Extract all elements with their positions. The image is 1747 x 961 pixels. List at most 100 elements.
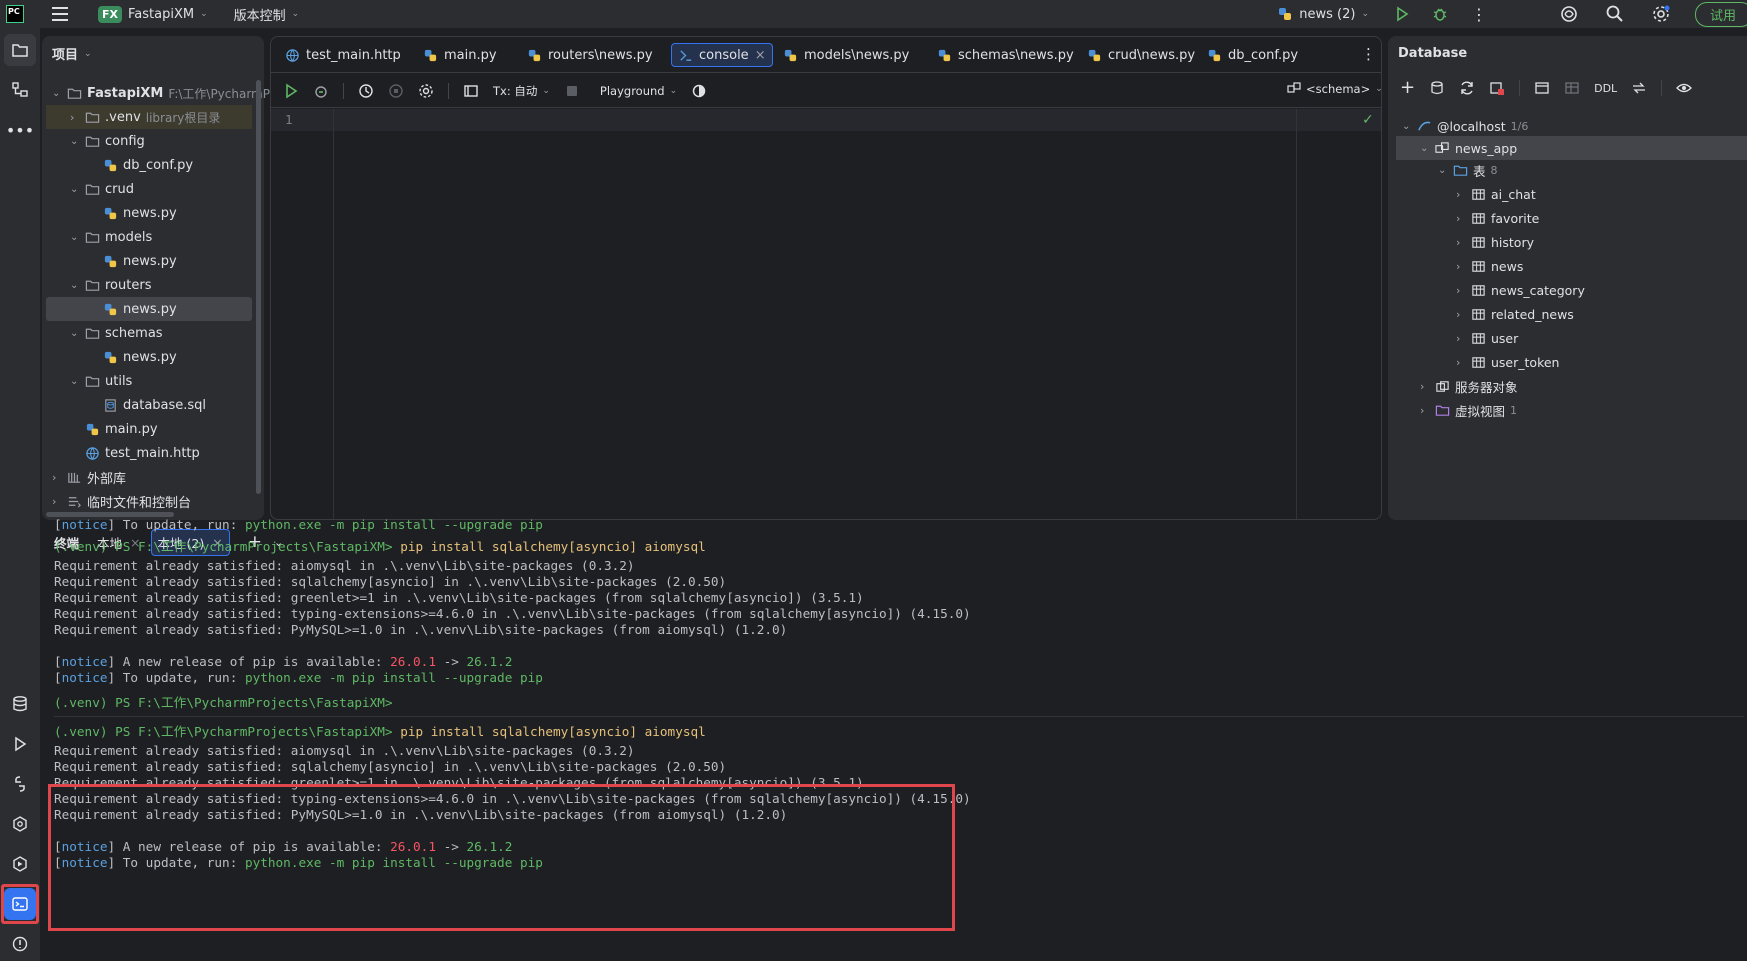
search-icon[interactable]: [1605, 4, 1625, 24]
chevron-right-icon[interactable]: ›: [52, 471, 62, 484]
disconnect-icon[interactable]: [1489, 80, 1505, 96]
chevron-down-icon[interactable]: ⌄: [1420, 143, 1430, 154]
tree-item-news-py[interactable]: news.py: [46, 297, 252, 321]
tree-item-utils[interactable]: ⌄ utils: [70, 369, 132, 393]
main-menu-icon[interactable]: [52, 4, 74, 24]
chevron-down-icon[interactable]: ⌄: [70, 184, 80, 195]
debug-icon[interactable]: [1431, 5, 1449, 23]
more-actions-icon[interactable]: ⋮: [1471, 5, 1487, 24]
chevron-down-icon[interactable]: ⌄: [70, 328, 80, 339]
add-icon[interactable]: +: [1400, 79, 1415, 97]
tree-vertical-scrollbar[interactable]: [256, 80, 261, 494]
chevron-right-icon[interactable]: ›: [1456, 260, 1466, 273]
table-editor-icon[interactable]: [1564, 80, 1580, 96]
execute-icon[interactable]: [283, 83, 299, 99]
python-packages-tool-button[interactable]: [4, 768, 36, 800]
tree-item-news-py[interactable]: news.py: [88, 201, 177, 225]
editor-tab-db-conf-py[interactable]: db_conf.py: [1207, 37, 1298, 73]
history-clock-icon[interactable]: [358, 83, 374, 99]
editor-tab-console[interactable]: console ×: [671, 43, 773, 67]
services-tool-button[interactable]: [4, 808, 36, 840]
editor-tab-models-news-py[interactable]: models\news.py: [783, 37, 909, 73]
problems-tool-button[interactable]: [4, 928, 36, 960]
project-panel-header[interactable]: 项目 ⌄: [52, 44, 92, 63]
db-tables-folder[interactable]: ⌄ 表 8: [1438, 158, 1498, 182]
chevron-right-icon[interactable]: ›: [1420, 380, 1430, 393]
editor-tab-schemas-news-py[interactable]: schemas\news.py: [937, 37, 1074, 73]
tree-item--[interactable]: › 临时文件和控制台: [52, 489, 191, 513]
chevron-right-icon[interactable]: ›: [1456, 356, 1466, 369]
close-icon[interactable]: ×: [755, 48, 766, 63]
schema-selector[interactable]: <schema> ⌄: [1287, 82, 1383, 96]
chevron-down-icon[interactable]: ⌄: [70, 232, 80, 243]
editor-tab-routers-news-py[interactable]: routers\news.py: [527, 37, 653, 73]
chevron-down-icon[interactable]: ⌄: [52, 88, 62, 99]
datasource-properties-icon[interactable]: [1429, 80, 1445, 96]
tree-item-database-sql[interactable]: database.sql: [88, 393, 206, 417]
code-area[interactable]: [335, 109, 1335, 519]
db-table-history[interactable]: › history: [1456, 230, 1534, 254]
editor-tab-crud-news-py[interactable]: crud\news.py: [1087, 37, 1195, 73]
db-table-related-news[interactable]: › related_news: [1456, 302, 1574, 326]
transaction-mode-dropdown[interactable]: Tx: 自动 ⌄: [493, 83, 550, 99]
layout-icon[interactable]: [463, 83, 479, 99]
db-table-user-token[interactable]: › user_token: [1456, 350, 1559, 374]
settings-gear-icon[interactable]: [1651, 4, 1671, 24]
run-icon[interactable]: [1393, 5, 1411, 23]
chevron-right-icon[interactable]: ›: [1420, 404, 1430, 417]
editor-tab-test-main-http[interactable]: test_main.http: [285, 37, 401, 73]
chevron-right-icon[interactable]: ›: [52, 495, 62, 508]
chevron-down-icon[interactable]: ⌄: [1438, 165, 1448, 176]
tree-root[interactable]: ⌄ FastapiXM F:\工作\PycharmP: [52, 81, 270, 105]
endpoints-tool-button[interactable]: [4, 848, 36, 880]
project-tool-button[interactable]: [4, 34, 36, 66]
db-table-news-category[interactable]: › news_category: [1456, 278, 1585, 302]
db-table-ai-chat[interactable]: › ai_chat: [1456, 182, 1536, 206]
jump-to-console-icon[interactable]: [1534, 80, 1550, 96]
tree-item-main-py[interactable]: main.py: [70, 417, 158, 441]
db-schema-news-app[interactable]: ⌄ news_app: [1396, 136, 1747, 160]
run-config-selector[interactable]: news (2) ⌄: [1269, 3, 1377, 25]
tree-item-news-py[interactable]: news.py: [88, 345, 177, 369]
chevron-down-icon[interactable]: ⌄: [70, 376, 80, 387]
tree-item-schemas[interactable]: ⌄ schemas: [70, 321, 163, 345]
chevron-down-icon[interactable]: ⌄: [70, 136, 80, 147]
db-server-objects[interactable]: › 服务器对象: [1420, 374, 1518, 398]
tree-item-routers[interactable]: ⌄ routers: [70, 273, 151, 297]
ddl-button[interactable]: DDL: [1594, 82, 1617, 95]
chevron-right-icon[interactable]: ›: [1456, 212, 1466, 225]
view-eye-icon[interactable]: [1676, 80, 1693, 96]
chevron-right-icon[interactable]: ›: [1456, 188, 1466, 201]
compare-arrows-icon[interactable]: [1631, 80, 1647, 96]
project-switcher[interactable]: FX FastapiXM ⌄: [90, 3, 216, 26]
refresh-icon[interactable]: [1459, 80, 1475, 96]
editor-tab-main-py[interactable]: main.py: [423, 37, 497, 73]
more-tools-button[interactable]: •••: [4, 114, 36, 146]
tree-item-models[interactable]: ⌄ models: [70, 225, 152, 249]
tree-item-crud[interactable]: ⌄ crud: [70, 177, 134, 201]
stop-circle-icon[interactable]: [388, 83, 404, 99]
tab-overflow-menu-icon[interactable]: ⋮: [1361, 45, 1376, 63]
chevron-right-icon[interactable]: ›: [1456, 236, 1466, 249]
run-tool-button[interactable]: [4, 728, 36, 760]
tree-item-news-py[interactable]: news.py: [88, 249, 177, 273]
db-host[interactable]: ⌄ @localhost 1/6: [1402, 114, 1528, 138]
tree-item-config[interactable]: ⌄ config: [70, 129, 145, 153]
db-table-news[interactable]: › news: [1456, 254, 1523, 278]
structure-tool-button[interactable]: [4, 74, 36, 106]
tree-item-test-main-http[interactable]: test_main.http: [70, 441, 200, 465]
playground-dropdown[interactable]: Playground ⌄: [600, 84, 677, 98]
db-table-favorite[interactable]: › favorite: [1456, 206, 1539, 230]
ai-assistant-icon[interactable]: [1559, 4, 1579, 24]
settings-gear-icon[interactable]: [418, 83, 434, 99]
explain-plan-icon[interactable]: [313, 83, 329, 99]
chevron-right-icon[interactable]: ›: [1456, 308, 1466, 321]
chevron-right-icon[interactable]: ›: [1456, 284, 1466, 297]
chevron-right-icon[interactable]: ›: [1456, 332, 1466, 345]
chevron-right-icon[interactable]: ›: [70, 111, 80, 124]
stop-icon[interactable]: [564, 83, 580, 99]
chevron-down-icon[interactable]: ⌄: [70, 280, 80, 291]
trial-button[interactable]: 试用: [1694, 1, 1747, 27]
chevron-down-icon[interactable]: ⌄: [1402, 121, 1412, 132]
tree-item--[interactable]: › 外部库: [52, 465, 126, 489]
